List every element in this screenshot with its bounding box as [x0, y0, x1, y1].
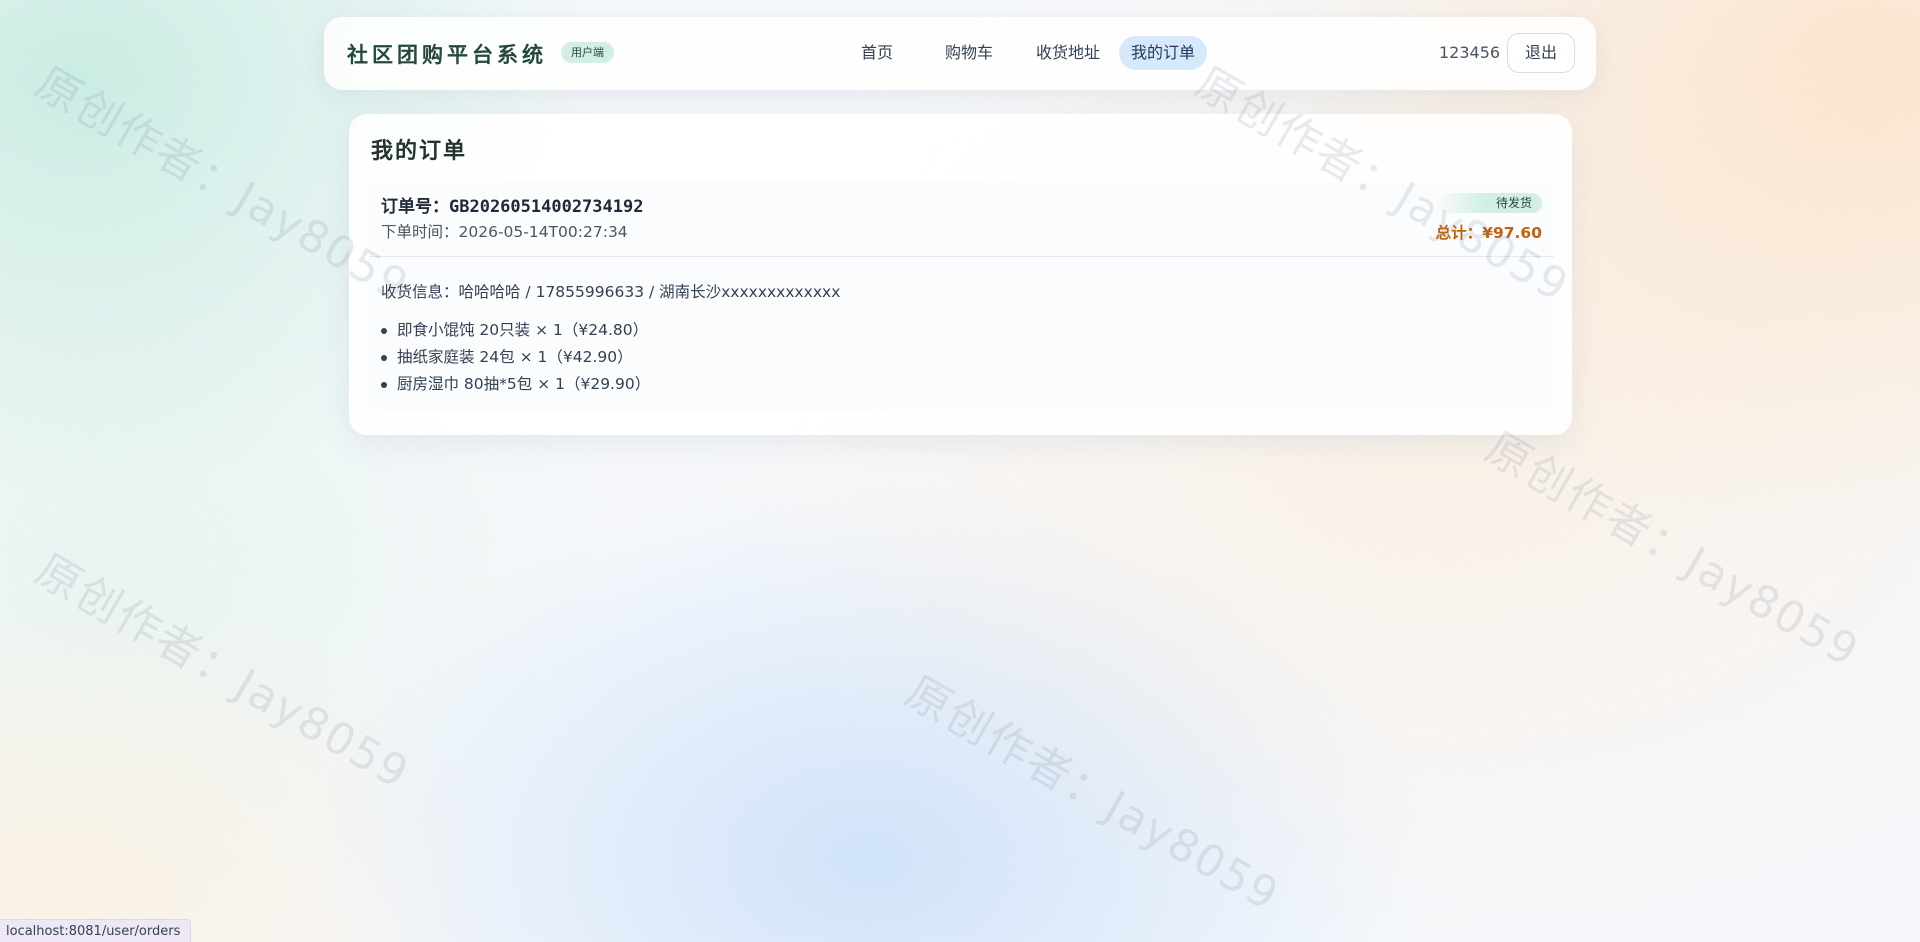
watermark: 原创作者：Jay8059: [27, 544, 418, 800]
order-card: 订单号：GB20260514002734192 下单时间：2026-05-14T…: [369, 181, 1554, 413]
item-text: 抽纸家庭装 24包 × 1（¥42.90）: [397, 348, 633, 366]
list-item: 即食小馄饨 20只装 × 1（¥24.80）: [381, 317, 650, 344]
order-items-list: 即食小馄饨 20只装 × 1（¥24.80） 抽纸家庭装 24包 × 1（¥42…: [381, 317, 650, 398]
watermark: 原创作者：Jay8059: [897, 666, 1288, 922]
role-badge: 用户端: [561, 42, 614, 63]
page-title: 我的订单: [371, 138, 468, 164]
top-navbar: 社区团购平台系统 用户端 首页 购物车 收货地址 我的订单 123456 退出: [324, 17, 1596, 90]
status-badge: 待发货: [1435, 193, 1542, 213]
shipping-info: 收货信息：哈哈哈哈 / 17855996633 / 湖南长沙xxxxxxxxxx…: [381, 283, 841, 301]
bullet-icon: [381, 382, 387, 388]
order-time: 下单时间：2026-05-14T00:27:34: [381, 223, 628, 241]
logout-button[interactable]: 退出: [1507, 33, 1575, 73]
nav-my-orders[interactable]: 我的订单: [1119, 36, 1208, 70]
orders-card: 我的订单 订单号：GB20260514002734192 下单时间：2026-0…: [349, 114, 1572, 435]
status-url: localhost:8081/user/orders: [0, 919, 192, 942]
divider: [369, 256, 1554, 257]
nav-cart[interactable]: 购物车: [933, 36, 1005, 70]
item-text: 厨房湿巾 80抽*5包 × 1（¥29.90）: [397, 375, 651, 393]
order-total: 总计：¥97.60: [1435, 224, 1542, 242]
list-item: 厨房湿巾 80抽*5包 × 1（¥29.90）: [381, 371, 650, 398]
username: 123456: [1439, 43, 1501, 62]
bullet-icon: [381, 355, 387, 361]
bullet-icon: [381, 328, 387, 334]
watermark: 原创作者：Jay8059: [1477, 422, 1868, 678]
list-item: 抽纸家庭装 24包 × 1（¥42.90）: [381, 344, 650, 371]
nav-home[interactable]: 首页: [849, 36, 905, 70]
order-number: 订单号：GB20260514002734192: [381, 197, 644, 217]
nav-address[interactable]: 收货地址: [1024, 36, 1112, 70]
brand-title[interactable]: 社区团购平台系统: [347, 39, 547, 69]
item-text: 即食小馄饨 20只装 × 1（¥24.80）: [397, 321, 649, 339]
